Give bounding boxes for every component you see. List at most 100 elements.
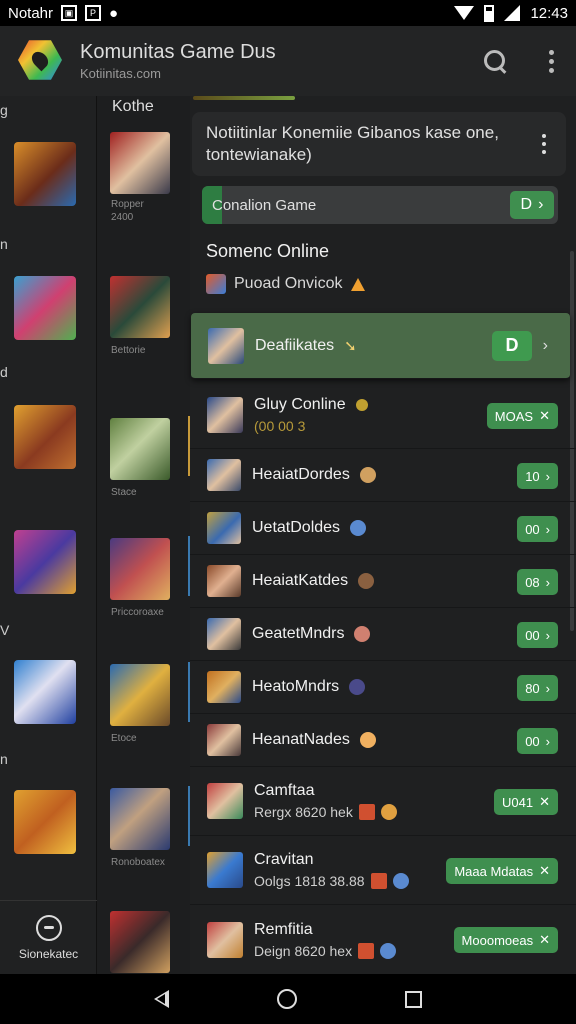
list-item[interactable]: HeaiatKatdes 08 ›	[190, 555, 576, 608]
back-icon[interactable]	[154, 990, 169, 1008]
game-caption: Etoce	[111, 733, 137, 744]
notification-text: Notiitinlar Konemiie Gibanos kase one, t…	[206, 123, 499, 164]
game-thumb[interactable]	[110, 538, 170, 600]
row-action-button[interactable]: Mooomoeas ✕	[453, 927, 558, 953]
chevron-right-icon: ›	[545, 574, 550, 590]
list-item[interactable]: HeatoMndrs 80 ›	[190, 661, 576, 714]
row-action-button[interactable]: D	[492, 330, 532, 361]
list-item[interactable]: UetatDoldes 00 ›	[190, 502, 576, 555]
notification-icon: ▣	[61, 5, 78, 21]
row-action-button[interactable]: U041 ✕	[494, 789, 558, 815]
list-item[interactable]: Gluy Conline (00 00 3 MOAS ✕	[190, 381, 576, 449]
row-action-button[interactable]: Maaa Mdatas ✕	[446, 858, 558, 884]
recents-icon[interactable]	[405, 990, 422, 1008]
search-icon[interactable]	[483, 49, 507, 73]
middle-header: Kothe	[112, 98, 154, 115]
row-action-button[interactable]: 00 ›	[517, 622, 558, 648]
game-thumb[interactable]	[14, 530, 76, 594]
row-name: HeaiatKatdes	[252, 572, 375, 590]
game-thumb[interactable]	[14, 405, 76, 469]
game-thumb[interactable]	[14, 276, 76, 340]
game-mini-icon	[206, 274, 226, 294]
emoji-icon	[354, 626, 371, 642]
row-action-button[interactable]: 00 ›	[517, 516, 558, 542]
game-caption: Stace	[111, 487, 137, 498]
emoji-icon	[349, 679, 366, 695]
status-app-name: Notahr	[8, 4, 54, 22]
chevron-right-icon: ›	[545, 627, 550, 643]
row-subtitle: Rergx 8620 hek	[254, 804, 397, 820]
chevron-right-icon: ›	[545, 468, 550, 484]
game-caption: Bettorie	[111, 345, 146, 356]
community-panel: Notiitinlar Konemiie Gibanos kase one, t…	[190, 96, 576, 974]
game-caption: Ronoboatex	[111, 857, 165, 868]
left-bottom-nav[interactable]: Sionekatec	[0, 900, 97, 974]
middle-column: Kothe Ropper 2400 Bettorie Stace Priccor…	[97, 96, 191, 974]
game-thumb[interactable]	[110, 911, 170, 973]
left-label: g	[0, 102, 8, 118]
avatar	[207, 618, 241, 650]
campaign-label: Conalion Game	[212, 196, 317, 214]
campaign-progress[interactable]: Conalion Game D ›	[202, 186, 558, 224]
game-caption: Priccoroaxe	[111, 607, 164, 618]
list-item[interactable]: GeatetMndrs 00 ›	[190, 608, 576, 661]
game-thumb[interactable]	[110, 418, 170, 480]
file-icon: P	[85, 5, 102, 21]
left-label: d	[0, 364, 8, 380]
row-name: Remfitia	[254, 920, 313, 938]
app-subtitle: Kotiinitas.com	[80, 66, 161, 81]
close-icon: ✕	[539, 863, 550, 878]
list-item[interactable]: HeanatNades 00 ›	[190, 714, 576, 767]
campaign-button[interactable]: D ›	[510, 191, 554, 219]
row-name: Gluy Conline	[254, 396, 368, 414]
row-action-button[interactable]: MOAS ✕	[486, 403, 558, 429]
section-subtitle: Puoad Onvicok	[206, 274, 365, 294]
list-item[interactable]: Remfitia Deign 8620 hex Mooomoeas ✕	[190, 905, 576, 974]
game-thumb[interactable]	[110, 276, 170, 338]
game-thumb[interactable]	[110, 788, 170, 850]
emoji-icon	[359, 732, 376, 748]
chevron-right-icon[interactable]: ›	[543, 337, 548, 355]
row-action-button[interactable]: 10 ›	[517, 463, 558, 489]
game-thumb[interactable]	[110, 664, 170, 726]
row-action-button[interactable]: 80 ›	[517, 675, 558, 701]
game-thumb[interactable]	[14, 790, 76, 854]
home-icon[interactable]	[277, 989, 297, 1009]
row-name: UetatDoldes	[252, 519, 367, 537]
more-vert-icon[interactable]	[545, 49, 558, 73]
notification-card[interactable]: Notiitinlar Konemiie Gibanos kase one, t…	[192, 112, 566, 176]
emoji-icon	[380, 804, 397, 820]
warning-icon	[350, 277, 365, 291]
close-icon: ✕	[539, 932, 550, 947]
game-thumb[interactable]	[14, 660, 76, 724]
row-name: Deafiikates ➘	[255, 336, 357, 355]
list-item[interactable]: Cravitan Oolgs 1818 38.88 Maaa Mdatas ✕	[190, 836, 576, 905]
emoji-icon	[358, 573, 375, 589]
left-bottom-label: Sionekatec	[18, 946, 79, 961]
avatar	[207, 852, 243, 888]
chevron-right-icon: ›	[545, 733, 550, 749]
row-name: Cravitan	[254, 851, 314, 868]
row-subtitle: (00 00 3	[254, 417, 306, 434]
list-item[interactable]: HeaiatDordes 10 ›	[190, 449, 576, 502]
row-name: HeatoMndrs	[252, 678, 366, 696]
battery-icon	[484, 4, 495, 22]
more-vert-icon[interactable]	[542, 134, 546, 154]
status-bar: Notahr ▣ P ● 12:43	[0, 0, 576, 26]
tab-indicator	[193, 96, 295, 100]
list-item[interactable]: Deafiikates ➘ D ›	[191, 313, 570, 379]
game-caption: Ropper 2400	[111, 199, 144, 223]
emoji-icon	[359, 467, 376, 483]
game-thumb[interactable]	[14, 142, 76, 206]
chevron-right-icon: ›	[545, 680, 550, 696]
emoji-icon	[358, 804, 375, 820]
system-nav-bar	[0, 974, 576, 1024]
game-thumb[interactable]	[110, 132, 170, 194]
game-icon: ●	[109, 4, 119, 22]
row-action-button[interactable]: 00 ›	[517, 728, 558, 754]
list-item[interactable]: Camftaa Rergx 8620 hek U041 ✕	[190, 767, 576, 836]
row-action-button[interactable]: 08 ›	[517, 569, 558, 595]
cursor-icon: ➘	[344, 337, 357, 355]
chevron-right-icon: ›	[545, 521, 550, 537]
avatar	[208, 327, 244, 364]
